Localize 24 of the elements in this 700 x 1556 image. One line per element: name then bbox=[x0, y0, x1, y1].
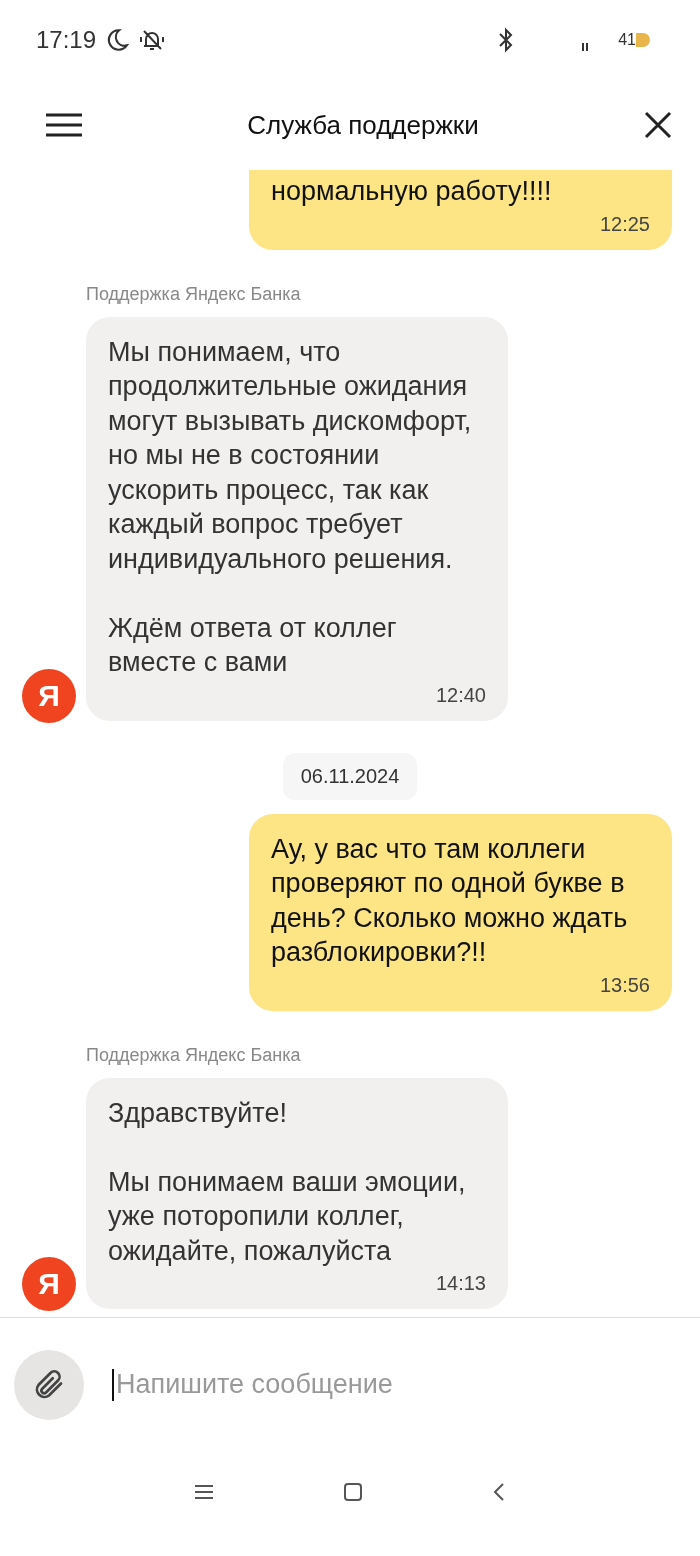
avatar: Я bbox=[22, 668, 76, 723]
back-icon[interactable] bbox=[491, 1481, 506, 1502]
home-icon[interactable] bbox=[343, 1481, 363, 1502]
message-text: Ау, у вас что там коллеги проверяют по одной букве в день? Сколько можно ждать разблокировки?!! bbox=[271, 832, 629, 969]
battery-level: 41 bbox=[618, 31, 636, 49]
menu-icon[interactable] bbox=[194, 1483, 215, 1500]
message-text: Мы понимаем, что продолжительные ожидания могут вызывать дискомфорт, но мы не в состоянии ускорить процесс, так как каждый вопрос требует индивидуального решения. Ждём ответа от коллег вместе с вами bbox=[108, 335, 473, 679]
chat-title: Служба поддержки bbox=[247, 109, 479, 141]
message-time: 12:40 bbox=[435, 683, 486, 707]
battery-icon bbox=[636, 33, 650, 47]
close-icon[interactable] bbox=[644, 111, 672, 139]
text-cursor bbox=[112, 1368, 114, 1401]
message-time: 13:56 bbox=[599, 973, 650, 997]
sender-name: Поддержка Яндекс Банка bbox=[86, 1044, 302, 1066]
message-time: 12:25 bbox=[599, 212, 650, 236]
menu-icon[interactable] bbox=[46, 113, 82, 137]
message-time: 14:13 bbox=[435, 1272, 486, 1295]
message-text: Здравствуйте! Мы понимаем ваши эмоции, уже поторопили коллег, ожидайте, пожалуйста bbox=[108, 1096, 467, 1268]
date-divider: 06.11.2024 bbox=[282, 752, 418, 800]
avatar: Я bbox=[22, 1257, 76, 1311]
sender-name: Поддержка Яндекс Банка bbox=[86, 283, 302, 305]
message-input[interactable]: Напишите сообщение bbox=[114, 1364, 686, 1405]
status-time: 17:19 bbox=[36, 26, 97, 54]
message-text: нормальную работу!!!! bbox=[271, 175, 553, 208]
